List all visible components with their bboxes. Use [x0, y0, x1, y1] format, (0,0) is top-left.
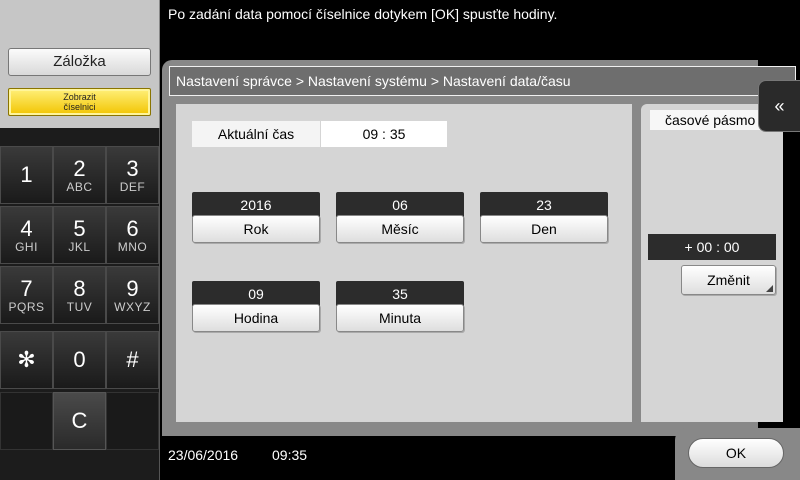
key-letters: WXYZ	[114, 300, 151, 314]
key-digit: 9	[126, 276, 139, 301]
key-blank	[106, 392, 159, 450]
key-9[interactable]: 9 WXYZ	[106, 266, 159, 324]
current-time-value: 09 : 35	[321, 121, 447, 147]
key-digit: #	[126, 347, 139, 372]
ok-button[interactable]: OK	[688, 438, 784, 468]
corner-triangle-icon	[766, 285, 773, 292]
key-5[interactable]: 5 JKL	[53, 206, 106, 264]
timezone-value: + 00 : 00	[648, 234, 776, 260]
key-4[interactable]: 4 GHI	[0, 206, 53, 264]
key-hash[interactable]: #	[106, 331, 159, 389]
month-value: 06	[336, 192, 464, 217]
key-2[interactable]: 2 ABC	[53, 146, 106, 204]
date-time-settings-area	[176, 104, 632, 422]
day-value: 23	[480, 192, 608, 217]
year-button[interactable]: Rok	[192, 215, 320, 243]
collapse-panel-button[interactable]: «	[758, 80, 800, 132]
key-digit: 4	[20, 216, 33, 241]
status-time: 09:35	[272, 447, 308, 463]
show-keypad-button[interactable]: Zobrazit číselnici	[8, 88, 151, 116]
double-chevron-left-icon: «	[774, 96, 785, 116]
key-7[interactable]: 7 PQRS	[0, 266, 53, 324]
current-time-label: Aktuální čas	[192, 121, 320, 147]
key-digit: 5	[73, 216, 86, 241]
key-digit: 8	[73, 276, 86, 301]
key-digit: 3	[126, 156, 139, 181]
key-3[interactable]: 3 DEF	[106, 146, 159, 204]
minute-button[interactable]: Minuta	[336, 304, 464, 332]
key-blank	[0, 392, 53, 450]
left-panel: Záložka Zobrazit číselnici	[0, 0, 160, 128]
hour-field: 09 Hodina	[192, 281, 320, 332]
key-clear[interactable]: C	[53, 392, 106, 450]
key-letters: JKL	[68, 240, 91, 254]
key-letters: TUV	[66, 300, 93, 314]
key-6[interactable]: 6 MNO	[106, 206, 159, 264]
numeric-keypad: 1 2 ABC 3 DEF 4 GHI 5 JKL 6 MNO 7 PQRS 8 TUV 9W…	[0, 128, 160, 480]
instruction-message: Po zadání data pomocí číselnice dotykem …	[168, 6, 558, 22]
change-timezone-button[interactable]: Změnit	[681, 265, 776, 295]
key-0[interactable]: 0	[53, 331, 106, 389]
key-asterisk[interactable]: ✻	[0, 331, 53, 389]
minute-value: 35	[336, 281, 464, 306]
month-field: 06 Měsíc	[336, 192, 464, 243]
key-digit: 1	[20, 162, 33, 187]
day-field: 23 Den	[480, 192, 608, 243]
key-letters: DEF	[119, 180, 146, 194]
key-digit: 6	[126, 216, 139, 241]
asterisk-icon: ✻	[17, 347, 36, 372]
key-letters: GHI	[15, 240, 38, 254]
breadcrumb: Nastavení správce > Nastavení systému > …	[169, 66, 796, 96]
change-button-label: Změnit	[707, 272, 750, 288]
key-8[interactable]: 8 TUV	[53, 266, 106, 324]
timezone-area	[641, 104, 783, 422]
key-digit: 0	[73, 347, 86, 372]
key-letters: PQRS	[8, 300, 45, 314]
year-field: 2016 Rok	[192, 192, 320, 243]
key-digit: 7	[20, 276, 33, 301]
day-button[interactable]: Den	[480, 215, 608, 243]
bookmark-button[interactable]: Záložka	[8, 48, 151, 76]
key-letters: MNO	[117, 240, 148, 254]
status-date: 23/06/2016	[168, 447, 239, 463]
key-1[interactable]: 1	[0, 146, 53, 204]
year-value: 2016	[192, 192, 320, 217]
key-digit: 2	[73, 156, 86, 181]
month-button[interactable]: Měsíc	[336, 215, 464, 243]
hour-value: 09	[192, 281, 320, 306]
key-letters: ABC	[66, 180, 93, 194]
hour-button[interactable]: Hodina	[192, 304, 320, 332]
key-digit: C	[71, 408, 88, 433]
minute-field: 35 Minuta	[336, 281, 464, 332]
